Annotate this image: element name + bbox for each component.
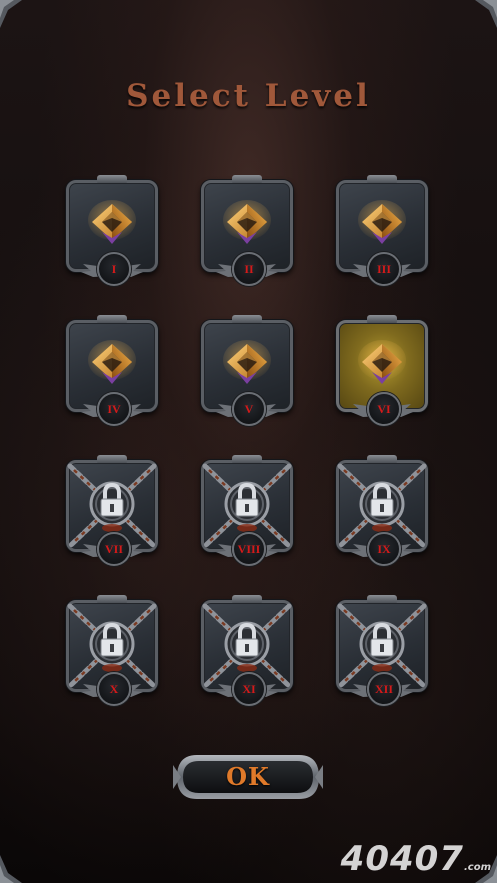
level-numeral-badge: IX [367, 532, 401, 566]
watermark-suffix: .com [463, 862, 491, 873]
watermark-text: 40407 [340, 839, 464, 879]
level-numeral-badge: X [97, 672, 131, 706]
frame-clip [97, 315, 127, 323]
gold-diamond-gem-icon [358, 200, 406, 244]
level-tile-viii[interactable]: VIII [201, 455, 293, 566]
level-tile-x[interactable]: X [66, 595, 158, 706]
ok-button-label: OK [226, 762, 270, 791]
level-tile-xi[interactable]: XI [201, 595, 293, 706]
level-tile-ii[interactable]: II [201, 175, 293, 286]
gold-diamond-gem-icon [88, 340, 136, 384]
frame-clip [232, 315, 262, 323]
gold-diamond-gem-icon [88, 200, 136, 244]
watermark-logo: 40407.com [341, 839, 491, 879]
level-tile-vi[interactable]: VI [336, 315, 428, 426]
level-tile-vii[interactable]: VII [66, 455, 158, 566]
level-numeral-badge: VI [367, 392, 401, 426]
level-numeral-badge: VII [97, 532, 131, 566]
corner-ornament-top-right [475, 0, 497, 28]
level-numeral-badge: XI [232, 672, 266, 706]
page-title: Select Level [126, 78, 371, 114]
level-tile-v[interactable]: V [201, 315, 293, 426]
level-tile-iv[interactable]: IV [66, 315, 158, 426]
corner-ornament-bottom-left [0, 855, 22, 883]
level-tile-ix[interactable]: IX [336, 455, 428, 566]
level-tile-i[interactable]: I [66, 175, 158, 286]
level-numeral-badge: III [367, 252, 401, 286]
level-numeral-badge: II [232, 252, 266, 286]
gold-diamond-gem-icon [223, 340, 271, 384]
level-numeral-badge: IV [97, 392, 131, 426]
level-tile-iii[interactable]: III [336, 175, 428, 286]
level-numeral-badge: V [232, 392, 266, 426]
level-numeral-badge: XII [367, 672, 401, 706]
level-tile-xii[interactable]: XII [336, 595, 428, 706]
frame-clip [232, 175, 262, 183]
frame-clip [367, 175, 397, 183]
gold-diamond-gem-icon [358, 340, 406, 384]
frame-clip [97, 175, 127, 183]
gold-diamond-gem-icon [223, 200, 271, 244]
corner-ornament-top-left [0, 0, 22, 28]
level-numeral-badge: VIII [232, 532, 266, 566]
frame-clip [367, 315, 397, 323]
ok-button[interactable]: OK [173, 751, 323, 803]
level-numeral-badge: I [97, 252, 131, 286]
level-select-screen: Select Level I II III IV V VI VII VIII I… [0, 0, 497, 883]
